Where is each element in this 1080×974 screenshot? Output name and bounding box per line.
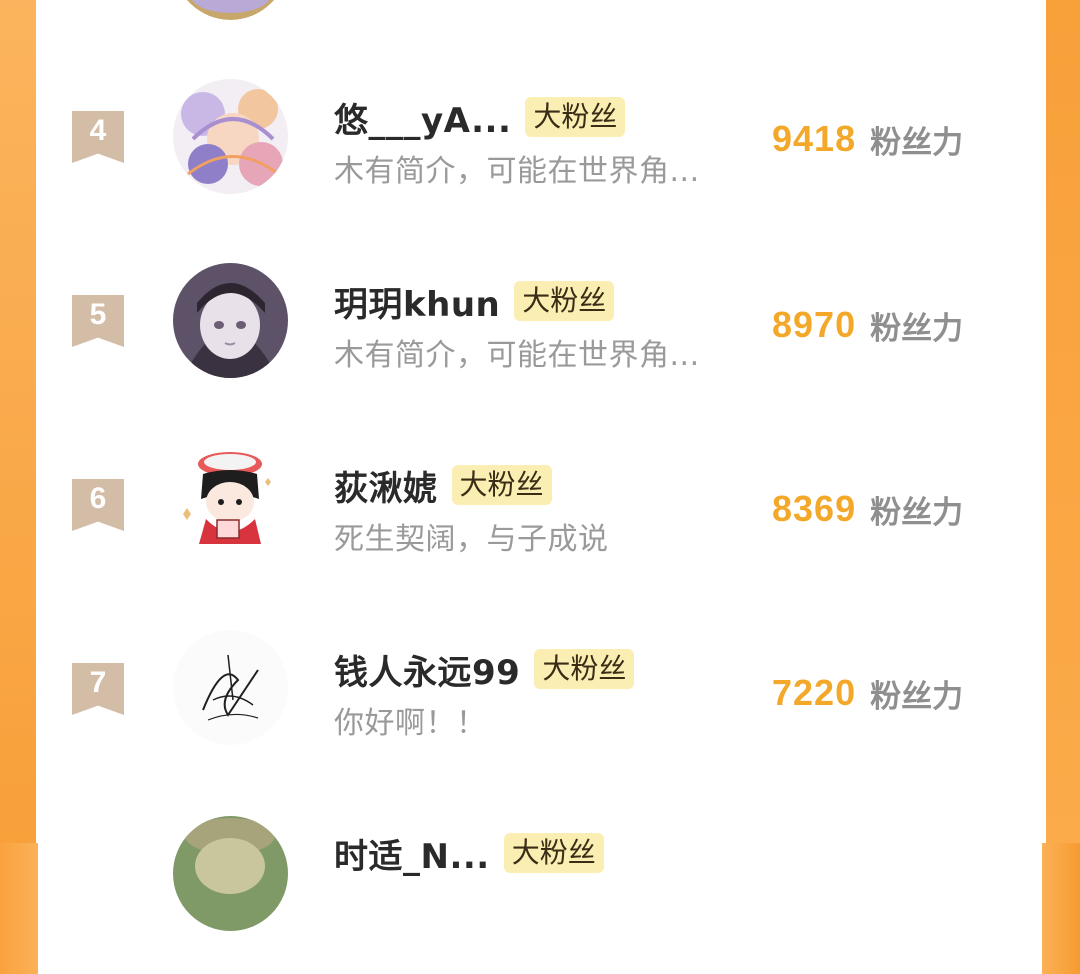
rank-badge-icon: 6	[72, 479, 124, 531]
avatar[interactable]	[173, 444, 288, 559]
fan-score-value: 8970	[772, 304, 857, 345]
user-name[interactable]: 荻湫婋	[334, 461, 438, 510]
avatar[interactable]	[173, 630, 288, 745]
right-orange-border	[1046, 0, 1080, 843]
list-item[interactable]: 5 玥玥khun 大粉丝 木有简介，可能在世界角... 8970 粉丝力	[36, 252, 1046, 422]
list-item[interactable]: 时适_N... 大粉丝	[36, 804, 1046, 974]
rank-number: 4	[89, 114, 107, 147]
fan-level-tag: 大粉丝	[503, 833, 604, 873]
avatar[interactable]	[173, 79, 288, 194]
list-item[interactable]: 6 荻湫婋 大粉丝 死生契阔，与子成说 8369 粉丝力	[36, 436, 1046, 606]
rank-badge-icon: 5	[72, 295, 124, 347]
fan-score-value: 7220	[772, 672, 857, 713]
rank-number: 6	[89, 482, 107, 515]
user-name[interactable]: 钱人永远99	[334, 645, 520, 694]
fan-level-tag: 大粉丝	[451, 465, 552, 505]
user-bio: 木有简介，可能在世界角...	[334, 154, 700, 189]
user-name[interactable]: 时适_N...	[334, 829, 490, 878]
fan-score-value: 8369	[772, 488, 857, 529]
fan-level-tag: 大粉丝	[534, 649, 635, 689]
rank-badge-icon: 7	[72, 663, 124, 715]
fan-score: 8369 粉丝力	[772, 484, 1012, 534]
rank-number: 5	[89, 298, 107, 331]
fan-score-unit: 粉丝力	[870, 678, 964, 715]
name-line: 悠___yA... 大粉丝	[334, 92, 626, 142]
fan-score-unit: 粉丝力	[870, 310, 964, 347]
rank-badge-icon: 4	[72, 111, 124, 163]
avatar[interactable]	[173, 263, 288, 378]
fan-score-value: 9418	[772, 118, 857, 159]
user-bio: 死生契阔，与子成说	[334, 522, 609, 557]
fan-level-tag: 大粉丝	[514, 281, 615, 321]
name-line: 荻湫婋 大粉丝	[334, 460, 552, 510]
fan-score: 7220 粉丝力	[772, 668, 1012, 718]
name-line: 钱人永远99 大粉丝	[334, 644, 635, 694]
user-name[interactable]: 玥玥khun	[334, 277, 500, 326]
fan-score: 9418 粉丝力	[772, 114, 1012, 164]
list-item[interactable]: 7 钱人永远99 大粉丝 你好啊！！ 7220 粉丝力	[36, 620, 1046, 790]
name-line: 时适_N... 大粉丝	[334, 828, 604, 878]
fan-score: 8970 粉丝力	[772, 300, 1012, 350]
fan-score-unit: 粉丝力	[870, 494, 964, 531]
user-name[interactable]: 悠___yA...	[334, 93, 511, 142]
list-item[interactable]: 4 悠___yA... 大粉丝 木有简介，可能在世界角... 9418 粉丝力	[36, 68, 1046, 238]
avatar[interactable]	[173, 816, 288, 931]
rank-number: 7	[89, 666, 107, 699]
fan-score-unit: 粉丝力	[870, 124, 964, 161]
left-orange-border	[0, 0, 36, 843]
avatar-partial-top[interactable]	[173, 0, 288, 20]
fan-level-tag: 大粉丝	[525, 97, 626, 137]
user-bio: 你好啊！！	[334, 706, 487, 741]
fan-ranking-list: 4 悠___yA... 大粉丝 木有简介，可能在世界角... 9418 粉丝力	[36, 0, 1046, 931]
name-line: 玥玥khun 大粉丝	[334, 276, 615, 326]
user-bio: 木有简介，可能在世界角...	[334, 338, 700, 373]
